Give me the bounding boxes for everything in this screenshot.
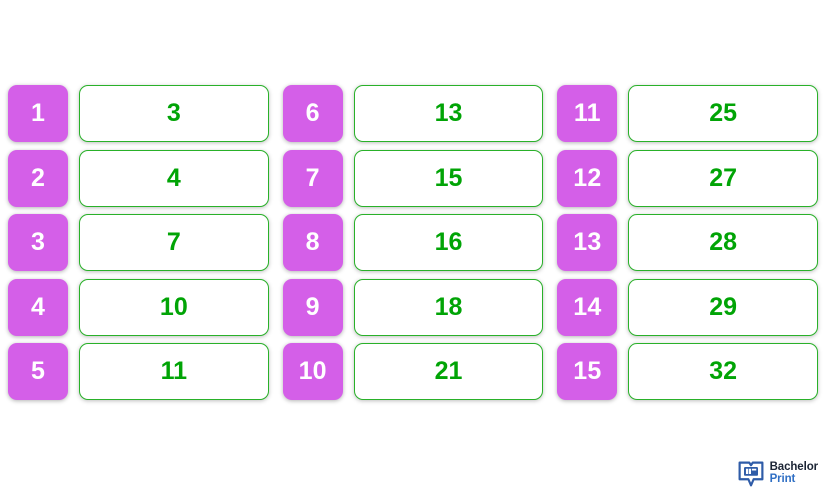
pairs-column-2: 6 13 7 15 8 16 9 18 10 21	[282, 85, 544, 400]
logo-text-print: Print	[769, 473, 796, 485]
value-box[interactable]: 13	[353, 85, 544, 142]
pair-row: 14 29	[557, 278, 819, 336]
pair-row: 6 13	[282, 85, 544, 142]
value-box[interactable]: 18	[353, 278, 544, 336]
index-box[interactable]: 4	[8, 278, 68, 336]
value-box[interactable]: 21	[353, 343, 544, 400]
index-box[interactable]: 6	[282, 85, 343, 142]
number-pairs-board: 1 3 2 4 3 7 4 10 5 11 6 13 7 15 8 16 9 1…	[0, 0, 825, 500]
pair-row: 5 11	[8, 343, 269, 400]
pair-row: 2 4	[8, 149, 269, 207]
index-box[interactable]: 5	[8, 343, 68, 400]
value-box[interactable]: 29	[628, 278, 819, 336]
index-box[interactable]: 14	[557, 278, 618, 336]
index-box[interactable]: 13	[557, 214, 618, 271]
number-pairs-grid: 1 3 2 4 3 7 4 10 5 11 6 13 7 15 8 16 9 1…	[8, 85, 819, 400]
index-box[interactable]: 12	[557, 149, 618, 207]
value-box[interactable]: 25	[628, 85, 819, 142]
pairs-column-3: 11 25 12 27 13 28 14 29 15 32	[557, 85, 819, 400]
pair-row: 10 21	[282, 343, 544, 400]
pair-row: 4 10	[8, 278, 269, 336]
index-box[interactable]: 2	[8, 149, 68, 207]
index-box[interactable]: 1	[8, 85, 68, 142]
value-box[interactable]: 3	[79, 85, 269, 142]
value-box[interactable]: 11	[79, 343, 269, 400]
pair-row: 7 15	[282, 149, 544, 207]
pair-row: 15 32	[557, 343, 819, 400]
pair-row: 8 16	[282, 214, 544, 271]
index-box[interactable]: 9	[282, 278, 343, 336]
value-box[interactable]: 27	[628, 149, 819, 207]
value-box[interactable]: 10	[79, 278, 269, 336]
bachelorprint-wordmark: Bachelor Print	[769, 462, 819, 485]
pair-row: 13 28	[557, 214, 819, 271]
value-box[interactable]: 16	[353, 214, 544, 271]
index-box[interactable]: 8	[282, 214, 343, 271]
index-box[interactable]: 3	[8, 214, 68, 271]
index-box[interactable]: 15	[557, 343, 618, 400]
pair-row: 11 25	[557, 85, 819, 142]
index-box[interactable]: 7	[282, 149, 343, 207]
value-box[interactable]: 4	[79, 149, 269, 207]
pair-row: 9 18	[282, 278, 544, 336]
bachelorprint-book-icon	[738, 461, 764, 487]
value-box[interactable]: 28	[628, 214, 819, 271]
index-box[interactable]: 10	[282, 343, 343, 400]
pair-row: 1 3	[8, 85, 269, 142]
pairs-column-1: 1 3 2 4 3 7 4 10 5 11	[8, 85, 269, 400]
index-box[interactable]: 11	[557, 85, 618, 142]
pair-row: 3 7	[8, 214, 269, 271]
value-box[interactable]: 7	[79, 214, 269, 271]
pair-row: 12 27	[557, 149, 819, 207]
value-box[interactable]: 32	[628, 343, 819, 400]
value-box[interactable]: 15	[353, 149, 544, 207]
bachelorprint-logo: Bachelor Print	[737, 460, 818, 488]
